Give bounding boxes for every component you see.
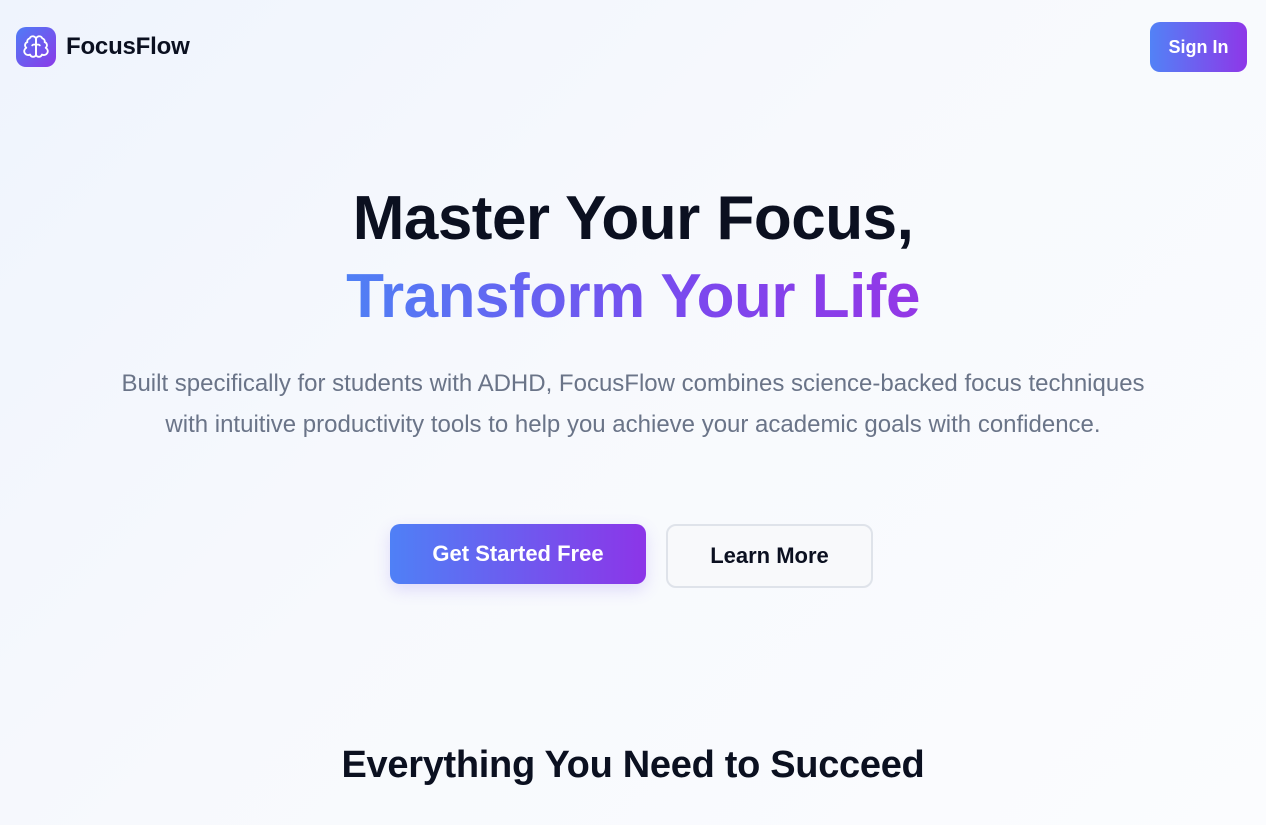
learn-more-button[interactable]: Learn More (666, 524, 873, 588)
hero-description: Built specifically for students with ADH… (121, 370, 1145, 438)
sign-in-button[interactable]: Sign In (1150, 22, 1247, 72)
brand-logo[interactable]: FocusFlow (16, 27, 190, 67)
brain-icon (16, 27, 56, 67)
get-started-button[interactable]: Get Started Free (390, 524, 646, 584)
hero-title-line2: Transform Your Life (346, 258, 920, 336)
cta-group: Get Started Free Learn More (390, 524, 873, 588)
hero-title-line1: Master Your Focus, (352, 184, 914, 253)
hero-title: Master Your Focus, Transform Your Life (0, 180, 1266, 336)
features-section-title: Everything You Need to Succeed (341, 744, 925, 786)
brand-name: FocusFlow (66, 33, 190, 60)
top-nav: FocusFlow Sign In (0, 0, 1266, 96)
